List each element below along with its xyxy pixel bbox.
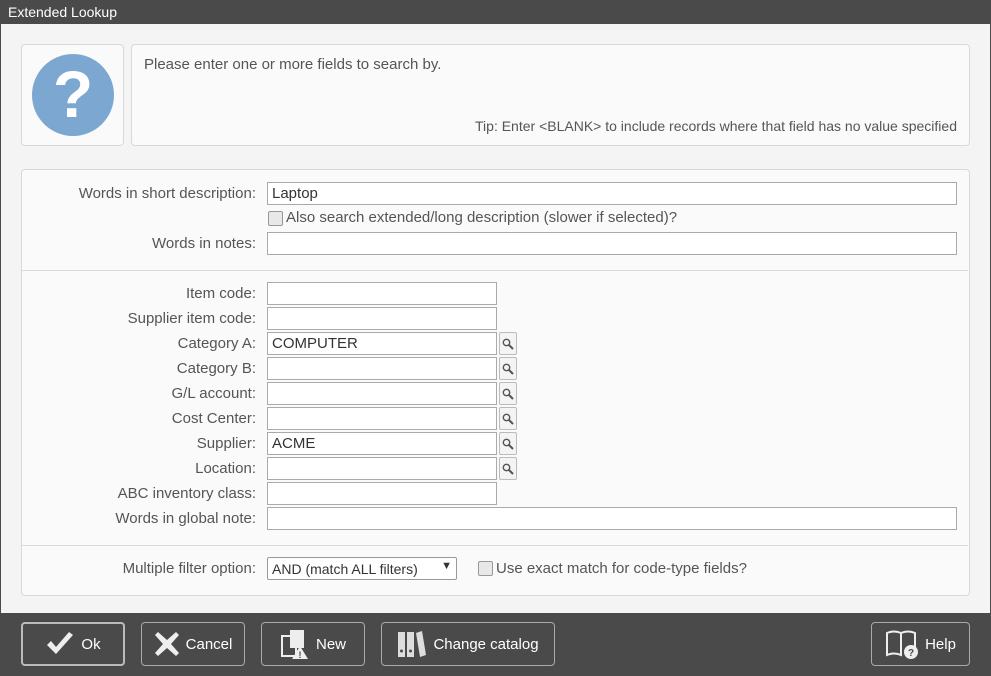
global-note-input[interactable] — [267, 507, 957, 530]
ok-button[interactable]: Ok — [21, 622, 125, 666]
svg-text:!: ! — [298, 650, 301, 660]
ok-label: Ok — [81, 635, 101, 653]
help-book-icon: ? — [886, 630, 919, 659]
location-input[interactable] — [267, 457, 497, 480]
category-b-input[interactable] — [267, 357, 497, 380]
abc-class-input[interactable] — [267, 482, 497, 505]
title-bar: Extended Lookup — [0, 0, 991, 24]
cost-center-label: Cost Center: — [171, 410, 256, 427]
filter-option-select[interactable]: AND (match ALL filters) ▼ — [267, 557, 457, 580]
filter-option-value: AND (match ALL filters) — [272, 561, 418, 577]
magnifier-icon — [502, 413, 514, 425]
category-b-lookup-button[interactable] — [499, 357, 517, 380]
extended-search-label: Also search extended/long description (s… — [286, 209, 678, 226]
extended-search-checkbox[interactable] — [268, 211, 283, 226]
gl-account-input[interactable] — [267, 382, 497, 405]
supplier-label: Supplier: — [196, 435, 256, 452]
magnifier-icon — [502, 388, 514, 400]
new-button[interactable]: ! New — [261, 622, 365, 666]
help-button[interactable]: ? Help — [871, 622, 970, 666]
filter-option-label: Multiple filter option: — [122, 560, 256, 577]
cancel-label: Cancel — [185, 635, 233, 653]
change-catalog-button[interactable]: Change catalog — [381, 622, 555, 666]
divider — [22, 545, 968, 546]
magnifier-icon — [502, 363, 514, 375]
item-code-input[interactable] — [267, 282, 497, 305]
divider — [22, 270, 968, 271]
cancel-button[interactable]: Cancel — [141, 622, 245, 666]
help-label: Help — [925, 635, 956, 653]
icon-box: ? — [21, 44, 124, 146]
notes-label: Words in notes: — [152, 235, 256, 252]
gl-account-lookup-button[interactable] — [499, 382, 517, 405]
short-desc-label: Words in short description: — [78, 185, 256, 202]
category-a-label: Category A: — [177, 335, 256, 352]
magnifier-icon — [502, 438, 514, 450]
supplier-item-code-label: Supplier item code: — [127, 310, 256, 327]
item-code-label: Item code: — [185, 285, 256, 302]
magnifier-icon — [502, 338, 514, 350]
supplier-input[interactable] — [267, 432, 497, 455]
category-a-input[interactable] — [267, 332, 497, 355]
new-label: New — [315, 635, 346, 653]
question-icon: ? — [31, 54, 114, 136]
category-a-lookup-button[interactable] — [499, 332, 517, 355]
exact-match-checkbox[interactable] — [478, 561, 493, 576]
location-lookup-button[interactable] — [499, 457, 517, 480]
binders-icon — [398, 631, 427, 657]
exact-match-label: Use exact match for code-type fields? — [496, 560, 747, 577]
change-catalog-label: Change catalog — [433, 635, 539, 653]
svg-text:?: ? — [908, 648, 914, 659]
message-text: Please enter one or more fields to searc… — [144, 56, 442, 73]
gl-account-label: G/L account: — [171, 385, 257, 402]
notes-input[interactable] — [267, 232, 957, 255]
abc-class-label: ABC inventory class: — [117, 485, 256, 502]
supplier-item-code-input[interactable] — [267, 307, 497, 330]
category-b-label: Category B: — [176, 360, 256, 377]
x-icon — [154, 632, 179, 656]
global-note-label: Words in global note: — [115, 510, 256, 527]
tip-text: Tip: Enter <BLANK> to include records wh… — [475, 118, 957, 134]
new-document-icon: ! — [280, 630, 308, 660]
cost-center-lookup-button[interactable] — [499, 407, 517, 430]
magnifier-icon — [502, 463, 514, 475]
supplier-lookup-button[interactable] — [499, 432, 517, 455]
window-title: Extended Lookup — [8, 4, 117, 20]
location-label: Location: — [195, 460, 256, 477]
svg-text:?: ? — [52, 57, 92, 131]
short-desc-input[interactable] — [267, 182, 957, 205]
message-box: Please enter one or more fields to searc… — [131, 44, 970, 146]
chevron-down-icon: ▼ — [441, 560, 452, 572]
cost-center-input[interactable] — [267, 407, 497, 430]
checkmark-icon — [47, 632, 74, 654]
